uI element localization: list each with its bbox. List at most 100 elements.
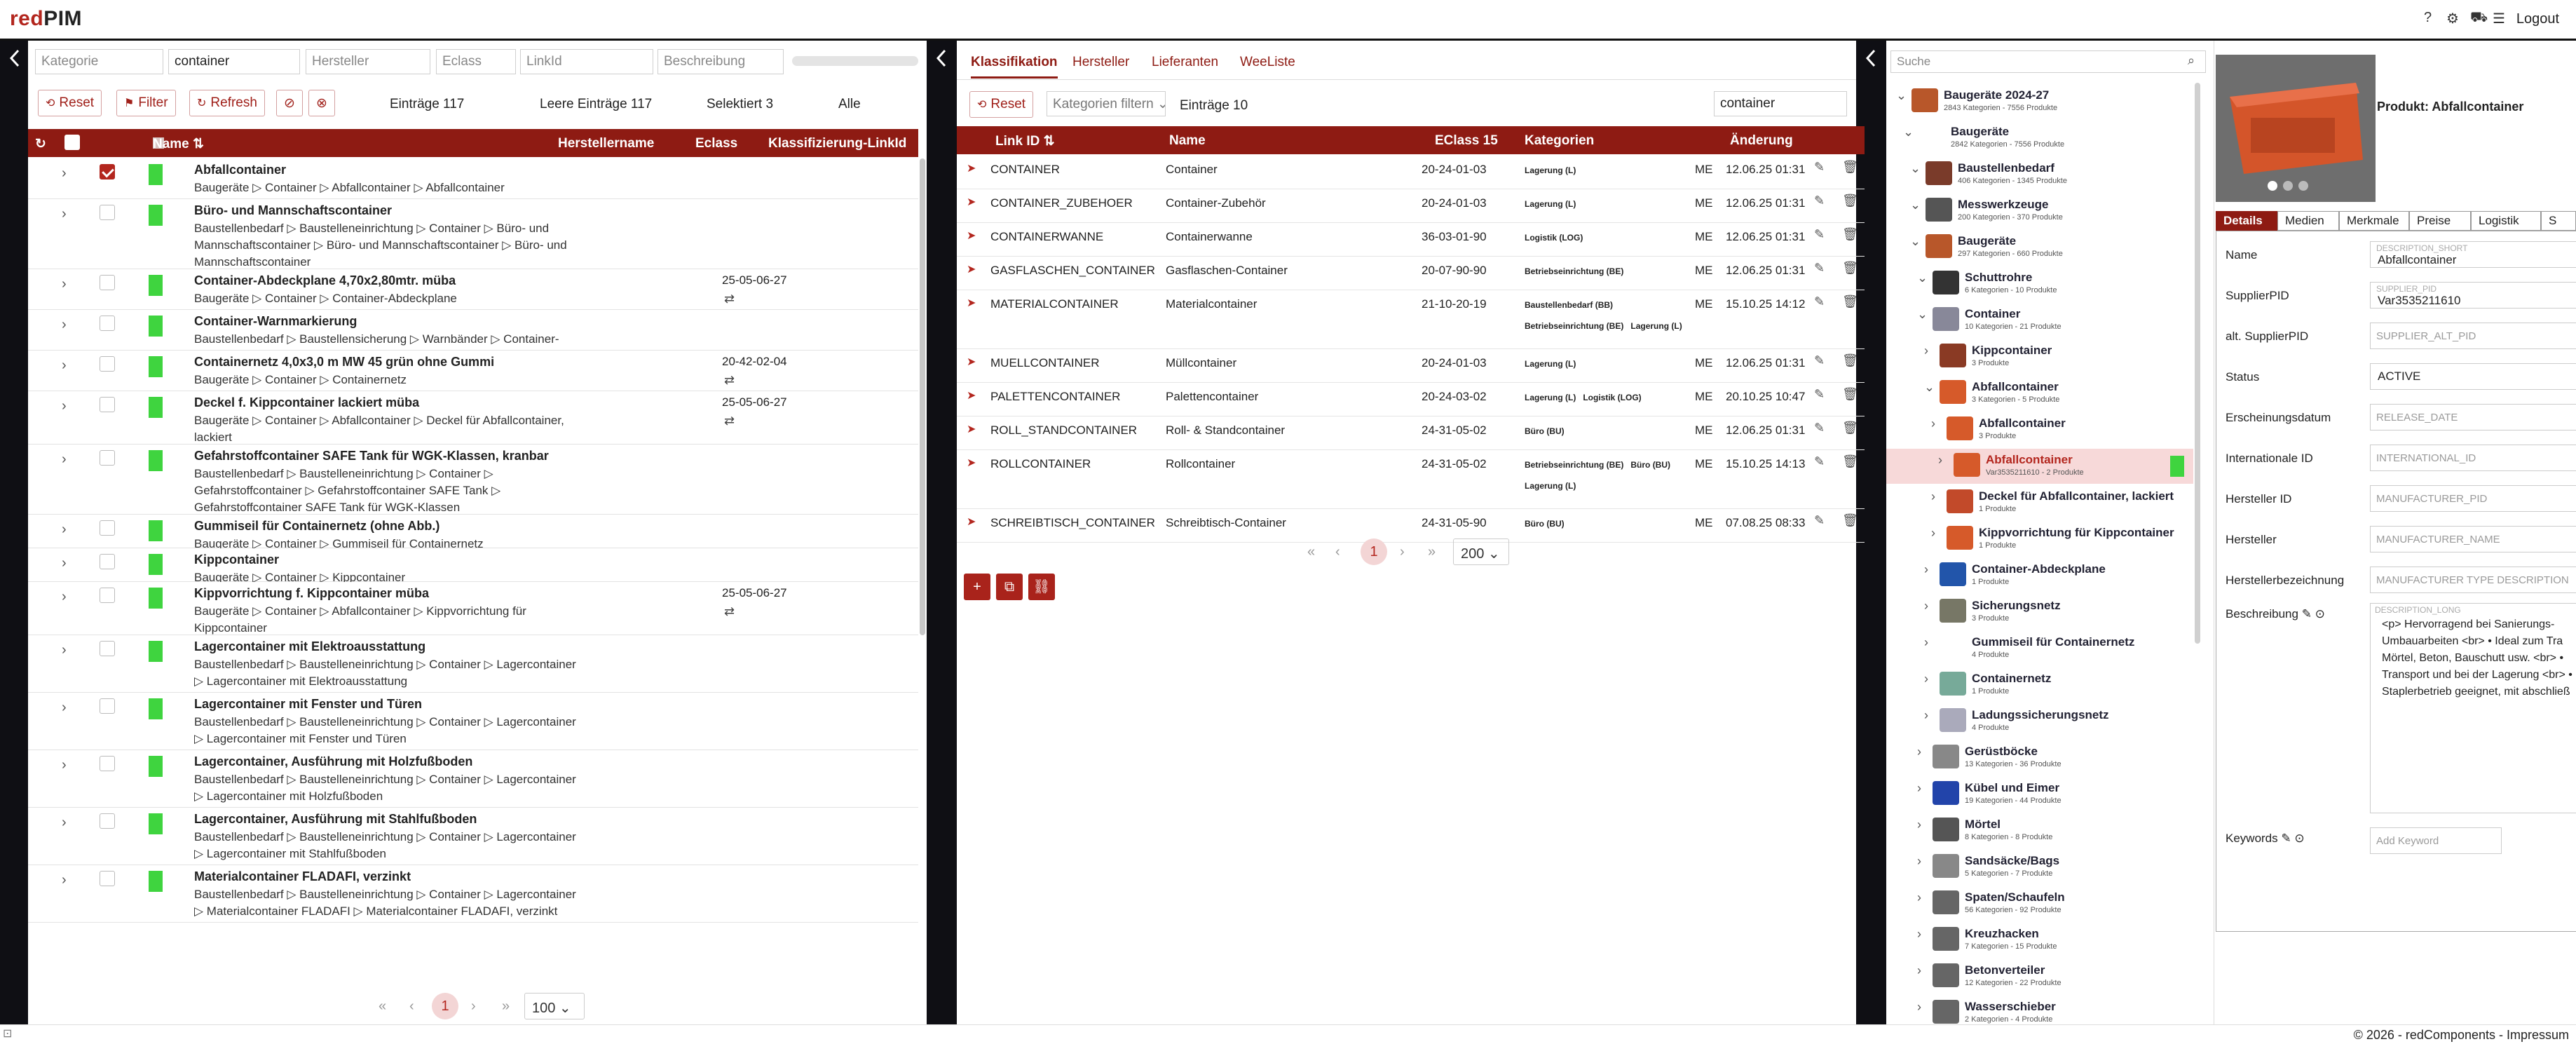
col-name[interactable]: Name ⇅ — [153, 136, 204, 152]
tree-node[interactable]: › Deckel für Abfallcontainer, lackiert 1 P… — [1886, 485, 2193, 520]
tree-node-label[interactable]: Kübel und Eimer — [1965, 781, 2059, 795]
classification-row[interactable]: ➤ GASFLASCHEN_CONTAINER Gasflaschen-Contai… — [957, 257, 1865, 290]
export-button[interactable]: ⊘ — [276, 90, 303, 116]
send-icon[interactable]: ➤ — [967, 355, 976, 369]
collapse-middle-icon[interactable] — [934, 48, 949, 69]
detail-tab[interactable]: Preise — [2409, 211, 2471, 231]
tree-chevron-icon[interactable]: › — [1924, 562, 1928, 577]
classification-row[interactable]: ➤ CONTAINER Container 20-24-01-03 Lagerung (… — [957, 156, 1865, 189]
product-name[interactable]: Lagercontainer mit Fenster und Türen — [194, 697, 422, 712]
row-checkbox[interactable] — [100, 588, 115, 603]
expand-chevron-icon[interactable]: › — [62, 815, 67, 831]
tree-node-label[interactable]: Containernetz — [1972, 672, 2051, 686]
trash-icon[interactable]: 🗑 — [1842, 160, 1858, 175]
trash-icon[interactable]: 🗑 — [1842, 513, 1858, 528]
expand-chevron-icon[interactable]: › — [62, 555, 67, 571]
tree-chevron-icon[interactable]: › — [1931, 526, 1935, 541]
tab-hersteller[interactable]: Hersteller — [1072, 55, 1129, 70]
tab-lieferanten[interactable]: Lieferanten — [1152, 55, 1218, 70]
link-id[interactable]: MUELLCONTAINER — [990, 356, 1100, 370]
tree-chevron-icon[interactable]: › — [1917, 818, 1921, 832]
tree-chevron-icon[interactable]: › — [1931, 416, 1935, 431]
edit-icon[interactable]: ✎ — [1814, 160, 1825, 175]
tree-chevron-icon[interactable]: › — [1924, 635, 1928, 650]
tree-chevron-icon[interactable]: ⌄ — [1910, 234, 1921, 249]
gear-icon[interactable]: ⚙ — [2446, 10, 2459, 27]
tree-node-label[interactable]: Mörtel — [1965, 818, 2001, 832]
next-page-icon[interactable]: › — [1400, 544, 1405, 560]
category-filter-select[interactable]: Kategorien filtern ⌄ — [1047, 91, 1166, 116]
expand-chevron-icon[interactable]: › — [62, 452, 67, 468]
trash-icon[interactable]: 🗑 — [1842, 421, 1858, 435]
expand-chevron-icon[interactable]: › — [62, 165, 67, 182]
table-row[interactable]: › Container-Warnmarkierung Baustellenbedar… — [28, 310, 918, 362]
trash-icon[interactable]: 🗑 — [1842, 387, 1858, 402]
tree-node-label[interactable]: Schuttrohre — [1965, 271, 2032, 285]
filter-name[interactable]: container — [168, 49, 300, 74]
swap-icon[interactable]: ⇄ — [724, 292, 735, 306]
tree-node[interactable]: ⌄ Baustellenbedarf 406 Kategorien - 1345 P… — [1886, 157, 2193, 192]
row-checkbox[interactable] — [100, 554, 115, 569]
tree-node-label[interactable]: Messwerkzeuge — [1958, 198, 2048, 212]
link-id[interactable]: CONTAINER — [990, 163, 1060, 177]
table-row[interactable]: › Containernetz 4,0x3,0 m MW 45 grün ohne… — [28, 351, 918, 391]
tree-chevron-icon[interactable]: › — [1924, 672, 1928, 686]
send-icon[interactable]: ➤ — [967, 388, 976, 402]
row-checkbox[interactable] — [100, 813, 115, 829]
middle-reset-button[interactable]: ⟲ Reset — [969, 91, 1034, 118]
swap-icon[interactable]: ⇄ — [724, 373, 735, 388]
tab-klassifikation[interactable]: Klassifikation — [971, 55, 1058, 79]
row-checkbox[interactable] — [100, 641, 115, 656]
trash-icon[interactable]: 🗑 — [1842, 261, 1858, 276]
classification-row[interactable]: ➤ MUELLCONTAINER Müllcontainer 20-24-01-03 L… — [957, 349, 1865, 383]
send-icon[interactable]: ➤ — [967, 456, 976, 470]
logout-link[interactable]: Logout — [2516, 11, 2559, 27]
description-textarea[interactable]: DESCRIPTION_LONG <p> Hervorragend bei Sa… — [2370, 603, 2576, 813]
tree-chevron-icon[interactable]: › — [1938, 453, 1942, 468]
link-button[interactable]: ⛓ — [1028, 574, 1055, 600]
table-row[interactable]: › Gummiseil für Containernetz (ohne Abb.)… — [28, 515, 918, 550]
field-input[interactable]: INTERNATIONAL_ID — [2370, 445, 2576, 471]
tree-node-label[interactable]: Baustellenbedarf — [1958, 161, 2054, 175]
detail-tab[interactable]: S — [2541, 211, 2576, 231]
tree-node-label[interactable]: Abfallcontainer — [1972, 380, 2059, 394]
last-page-icon[interactable]: » — [502, 998, 510, 1015]
trash-icon[interactable]: 🗑 — [1842, 454, 1858, 469]
detail-tab[interactable]: Details — [2216, 211, 2277, 231]
table-row[interactable]: › Kippvorrichtung f. Kippcontainer müba Ba… — [28, 582, 918, 635]
tree-node-label[interactable]: Sicherungsnetz — [1972, 599, 2061, 613]
filter-hersteller[interactable]: Hersteller — [306, 49, 430, 74]
add-button[interactable]: + — [964, 574, 990, 600]
tree-node-label[interactable]: Kippvorrichtung für Kippcontainer — [1979, 526, 2174, 540]
tree-chevron-icon[interactable]: › — [1924, 599, 1928, 613]
edit-icon[interactable]: ✎ — [1814, 421, 1825, 435]
row-checkbox[interactable] — [100, 164, 115, 179]
tree-node[interactable]: › Kippvorrichtung für Kippcontainer 1 Prod… — [1886, 522, 2193, 557]
edit-icon[interactable]: ✎ — [1814, 454, 1825, 469]
tree-chevron-icon[interactable]: › — [1917, 854, 1921, 869]
first-page-icon[interactable]: « — [379, 998, 386, 1015]
row-checkbox[interactable] — [100, 450, 115, 466]
table-row[interactable]: › Deckel f. Kippcontainer lackiert müba Ba… — [28, 391, 918, 445]
expand-chevron-icon[interactable]: › — [62, 206, 67, 222]
product-name[interactable]: Materialcontainer FLADAFI, verzinkt — [194, 869, 411, 884]
tree-chevron-icon[interactable]: › — [1924, 708, 1928, 723]
product-name[interactable]: Abfallcontainer — [194, 163, 286, 177]
page-size-select[interactable]: 100 ⌄ — [524, 993, 585, 1019]
classification-row[interactable]: ➤ PALETTENCONTAINER Palettencontainer 20-24… — [957, 383, 1865, 416]
tree-node-label[interactable]: Sandsäcke/Bags — [1965, 854, 2059, 868]
tree-node[interactable]: › Mörtel 8 Kategorien - 8 Produkte — [1886, 813, 2193, 848]
edit-icon[interactable]: ✎ — [1814, 261, 1825, 276]
tree-node[interactable]: ⌄ Schuttrohre 6 Kategorien - 10 Produkte — [1886, 266, 2193, 301]
link-id[interactable]: ROLL_STANDCONTAINER — [990, 423, 1137, 438]
tree-chevron-icon[interactable]: › — [1924, 344, 1928, 358]
col-change[interactable]: Änderung — [1730, 133, 1793, 149]
link-id[interactable]: PALETTENCONTAINER — [990, 390, 1120, 404]
middle-search-input[interactable]: container — [1714, 91, 1847, 116]
tree-node[interactable]: › Abfallcontainer Var3535211610 - 2 Produk… — [1886, 449, 2193, 484]
send-icon[interactable]: ➤ — [967, 296, 976, 310]
col-manufacturer[interactable]: Herstellername — [558, 136, 654, 151]
expand-chevron-icon[interactable]: › — [62, 522, 67, 538]
product-name[interactable]: Container-Abdeckplane 4,70x2,80mtr. müba — [194, 273, 456, 288]
link-id[interactable]: CONTAINER_ZUBEHOER — [990, 196, 1133, 210]
